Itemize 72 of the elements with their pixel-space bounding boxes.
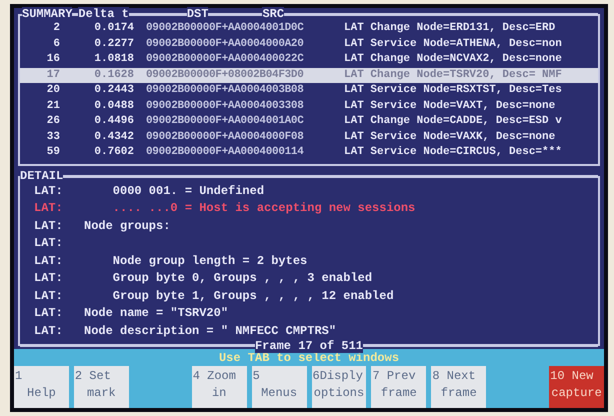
packet-description: LAT Service Node=RSXTST, Desc=Tes: [343, 83, 563, 98]
function-key[interactable]: 5 Menus: [252, 366, 307, 408]
summary-row[interactable]: 33 0.4342 09002B00000F+AA0004000F08 LAT Service Node=VAXK, Desc=none: [20, 130, 598, 145]
frame-number: 17: [46, 68, 60, 82]
decode-text: Node name = "TSRV20": [84, 305, 228, 322]
packet-description: LAT Service Node=VAXK, Desc=none: [343, 130, 556, 144]
packet-description: LAT Change Node=ERD131, Desc=ERD: [343, 21, 556, 36]
function-key[interactable]: 4 Zoom in: [192, 366, 247, 408]
delta-time: 0.2443: [93, 83, 134, 98]
delta-time: 0.7602: [93, 145, 134, 160]
packet-description: LAT Change Node=CADDE, Desc=ESD v: [343, 114, 563, 129]
decode-label: LAT:: [34, 270, 64, 287]
packet-description: LAT Service Node=CIRCUS, Desc=***: [343, 145, 563, 160]
delta-time: 0.0174: [93, 21, 134, 36]
delta-time: 1.0818: [93, 52, 134, 67]
address-pair: 09002B00000F+AA0004000114: [146, 145, 305, 160]
summary-row[interactable]: 17 0.1628 09002B00000F+08002B04F3D0 LAT Change Node=TSRV20, Desc= NMF: [20, 68, 598, 83]
decode-text: .... ...0 = Host is accepting new sessions: [112, 200, 416, 217]
decode-label: LAT:: [34, 305, 64, 322]
decode-label: LAT:: [34, 200, 64, 217]
frame-number: 16: [46, 52, 60, 67]
decode-label: LAT:: [34, 252, 64, 270]
frame-number: 21: [46, 98, 60, 114]
decode-text: Group byte 0, Groups , , , 3 enabled: [112, 270, 372, 287]
address-pair: 09002B00000F+AA0004001A0C: [146, 114, 305, 129]
decode-text: 0000 001. = Undefined: [112, 182, 264, 200]
function-key[interactable]: 7 Prev frame: [371, 366, 426, 408]
decode-label: LAT:: [34, 218, 64, 234]
frame-number: 20: [46, 83, 60, 98]
decode-label: LAT:: [34, 288, 64, 304]
address-pair: 09002B00000F+AA0004000F08: [146, 130, 305, 144]
frame-number: 26: [46, 114, 60, 129]
address-pair: 09002B00000F+08002B04F3D0: [146, 68, 305, 82]
function-key[interactable]: 1 Help: [14, 366, 69, 408]
summary-row[interactable]: 2 0.0174 09002B00000F+AA0004001D0C LAT Change Node=ERD131, Desc=ERD: [20, 21, 598, 36]
decode-text: Node group length = 2 bytes: [112, 252, 308, 270]
address-pair: 09002B00000F+AA0004001D0C: [146, 21, 305, 36]
delta-time: 0.0488: [93, 98, 134, 114]
address-pair: 09002B00000F+AA000400022C: [146, 52, 305, 67]
packet-description: LAT Service Node=VAXT, Desc=none: [343, 98, 556, 114]
decode-label: LAT:: [34, 235, 64, 252]
decode-text: Node groups:: [84, 218, 170, 234]
delta-time: 0.2277: [93, 36, 134, 52]
function-key[interactable]: 6Disply options: [312, 366, 366, 408]
packet-description: LAT Change Node=NCVAX2, Desc=none: [343, 52, 563, 67]
frame-number: 33: [46, 130, 60, 144]
summary-row[interactable]: 26 0.4496 09002B00000F+AA0004001A0C LAT Change Node=CADDE, Desc=ESD v: [20, 114, 598, 130]
delta-time: 0.4342: [93, 130, 134, 144]
frame-number: 2: [52, 21, 60, 36]
function-key[interactable]: 10 New capture: [549, 366, 604, 408]
frame-number: 59: [46, 145, 60, 160]
address-pair: 09002B00000F+AA0004000A20: [146, 36, 305, 52]
function-key[interactable]: 2 Set mark: [74, 366, 129, 408]
address-pair: 09002B00000F+AA0004003B08: [146, 83, 305, 98]
summary-row[interactable]: 20 0.2443 09002B00000F+AA0004003B08 LAT Service Node=RSXTST, Desc=Tes: [20, 83, 598, 98]
hint-text: Use TAB to select windows: [218, 350, 400, 366]
decode-label: LAT:: [34, 182, 64, 200]
delta-time: 0.4496: [93, 114, 134, 129]
frame-number: 6: [52, 36, 60, 52]
packet-description: LAT Service Node=ATHENA, Desc=non: [343, 36, 563, 52]
summary-row[interactable]: 16 1.0818 09002B00000F+AA000400022C LAT Change Node=NCVAX2, Desc=none: [20, 52, 598, 68]
decode-text: Node description = " NMFECC CMPTRS": [84, 322, 336, 340]
summary-row[interactable]: 6 0.2277 09002B00000F+AA0004000A20 LAT Service Node=ATHENA, Desc=non: [20, 36, 598, 52]
function-key[interactable]: 8 Next frame: [431, 366, 486, 408]
summary-row[interactable]: 59 0.7602 09002B00000F+AA0004000114 LAT Service Node=CIRCUS, Desc=***: [20, 145, 598, 160]
frame-counter: Frame 17 of 511: [254, 339, 364, 353]
decode-text: Group byte 1, Groups , , , , 12 enabled: [112, 288, 394, 304]
decode-label: LAT:: [34, 322, 64, 340]
packet-description: LAT Change Node=TSRV20, Desc= NMF: [343, 68, 563, 82]
delta-time: 0.1628: [93, 68, 134, 82]
address-pair: 09002B00000F+AA0004003308: [146, 98, 305, 114]
summary-row[interactable]: 21 0.0488 09002B00000F+AA0004003308 LAT Service Node=VAXT, Desc=none: [20, 98, 598, 114]
